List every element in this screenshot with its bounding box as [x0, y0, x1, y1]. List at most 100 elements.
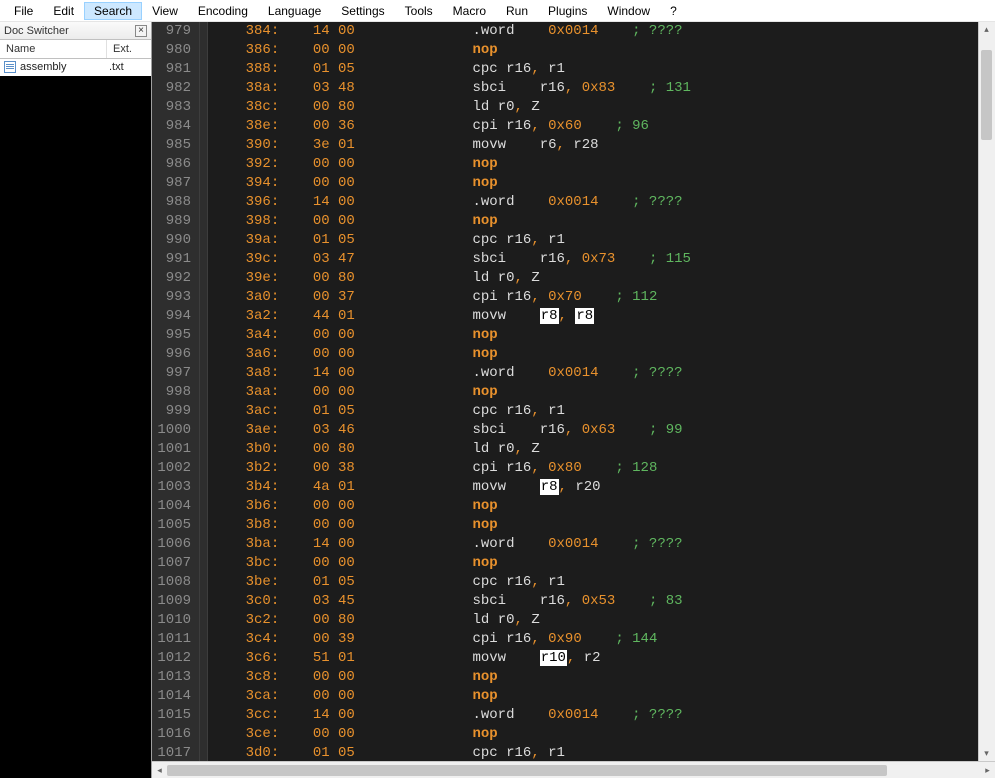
code-area[interactable]: 979 384: 14 00 .word 0x0014 ; ????980 38…	[152, 22, 978, 761]
code-line[interactable]: 979 384: 14 00 .word 0x0014 ; ????	[152, 22, 978, 41]
code-line[interactable]: 1017 3d0: 01 05 cpc r16, r1	[152, 744, 978, 761]
menu-settings[interactable]: Settings	[331, 2, 394, 20]
fold-margin	[200, 554, 208, 573]
code-line[interactable]: 1015 3cc: 14 00 .word 0x0014 ; ????	[152, 706, 978, 725]
vertical-scrollbar[interactable]: ▴ ▾	[978, 22, 995, 761]
code-line[interactable]: 1014 3ca: 00 00 nop	[152, 687, 978, 706]
code-line[interactable]: 992 39e: 00 80 ld r0, Z	[152, 269, 978, 288]
code-text: 388: 01 05 cpc r16, r1	[208, 60, 978, 79]
code-line[interactable]: 999 3ac: 01 05 cpc r16, r1	[152, 402, 978, 421]
editor: 979 384: 14 00 .word 0x0014 ; ????980 38…	[152, 22, 995, 778]
menu-language[interactable]: Language	[258, 2, 331, 20]
menu-run[interactable]: Run	[496, 2, 538, 20]
fold-margin	[200, 535, 208, 554]
code-line[interactable]: 990 39a: 01 05 cpc r16, r1	[152, 231, 978, 250]
code-line[interactable]: 1012 3c6: 51 01 movw r10, r2	[152, 649, 978, 668]
code-text: 3b6: 00 00 nop	[208, 497, 978, 516]
code-line[interactable]: 985 390: 3e 01 movw r6, r28	[152, 136, 978, 155]
line-number: 980	[152, 41, 200, 60]
vscroll-thumb[interactable]	[981, 50, 992, 140]
line-number: 986	[152, 155, 200, 174]
line-number: 990	[152, 231, 200, 250]
line-number: 987	[152, 174, 200, 193]
line-number: 999	[152, 402, 200, 421]
code-line[interactable]: 997 3a8: 14 00 .word 0x0014 ; ????	[152, 364, 978, 383]
menu-file[interactable]: File	[4, 2, 43, 20]
fold-margin	[200, 383, 208, 402]
editor-scroll: 979 384: 14 00 .word 0x0014 ; ????980 38…	[152, 22, 995, 761]
menu-encoding[interactable]: Encoding	[188, 2, 258, 20]
code-line[interactable]: 983 38c: 00 80 ld r0, Z	[152, 98, 978, 117]
code-text: 3b2: 00 38 cpi r16, 0x80 ; 128	[208, 459, 978, 478]
scroll-right-icon[interactable]: ▸	[980, 763, 995, 778]
menu-plugins[interactable]: Plugins	[538, 2, 597, 20]
doc-list-body: assembly.txt	[0, 59, 151, 778]
code-line[interactable]: 984 38e: 00 36 cpi r16, 0x60 ; 96	[152, 117, 978, 136]
fold-margin	[200, 611, 208, 630]
code-line[interactable]: 1001 3b0: 00 80 ld r0, Z	[152, 440, 978, 459]
code-line[interactable]: 1007 3bc: 00 00 nop	[152, 554, 978, 573]
code-line[interactable]: 1016 3ce: 00 00 nop	[152, 725, 978, 744]
code-text: 3c6: 51 01 movw r10, r2	[208, 649, 978, 668]
code-text: 3bc: 00 00 nop	[208, 554, 978, 573]
code-text: 3d0: 01 05 cpc r16, r1	[208, 744, 978, 761]
code-line[interactable]: 1009 3c0: 03 45 sbci r16, 0x53 ; 83	[152, 592, 978, 611]
code-text: 3b8: 00 00 nop	[208, 516, 978, 535]
code-line[interactable]: 981 388: 01 05 cpc r16, r1	[152, 60, 978, 79]
code-text: 3a4: 00 00 nop	[208, 326, 978, 345]
doc-row[interactable]: assembly.txt	[0, 59, 151, 76]
code-text: 3c4: 00 39 cpi r16, 0x90 ; 144	[208, 630, 978, 649]
line-number: 994	[152, 307, 200, 326]
code-line[interactable]: 995 3a4: 00 00 nop	[152, 326, 978, 345]
col-ext[interactable]: Ext.	[107, 40, 151, 58]
code-text: 3ae: 03 46 sbci r16, 0x63 ; 99	[208, 421, 978, 440]
code-line[interactable]: 986 392: 00 00 nop	[152, 155, 978, 174]
code-line[interactable]: 998 3aa: 00 00 nop	[152, 383, 978, 402]
code-line[interactable]: 991 39c: 03 47 sbci r16, 0x73 ; 115	[152, 250, 978, 269]
doc-switcher-title: Doc Switcher	[4, 25, 69, 37]
menu-tools[interactable]: Tools	[395, 2, 443, 20]
code-line[interactable]: 987 394: 00 00 nop	[152, 174, 978, 193]
code-line[interactable]: 994 3a2: 44 01 movw r8, r8	[152, 307, 978, 326]
scroll-left-icon[interactable]: ◂	[152, 763, 167, 778]
code-line[interactable]: 993 3a0: 00 37 cpi r16, 0x70 ; 112	[152, 288, 978, 307]
line-number: 996	[152, 345, 200, 364]
code-line[interactable]: 1013 3c8: 00 00 nop	[152, 668, 978, 687]
menu-help[interactable]: ?	[660, 2, 687, 20]
code-line[interactable]: 989 398: 00 00 nop	[152, 212, 978, 231]
code-line[interactable]: 1005 3b8: 00 00 nop	[152, 516, 978, 535]
menu-search[interactable]: Search	[84, 2, 142, 20]
fold-margin	[200, 79, 208, 98]
code-line[interactable]: 1002 3b2: 00 38 cpi r16, 0x80 ; 128	[152, 459, 978, 478]
code-line[interactable]: 980 386: 00 00 nop	[152, 41, 978, 60]
hscroll-track[interactable]	[167, 763, 980, 778]
code-line[interactable]: 1000 3ae: 03 46 sbci r16, 0x63 ; 99	[152, 421, 978, 440]
horizontal-scrollbar[interactable]: ◂ ▸	[152, 761, 995, 778]
code-text: 3a6: 00 00 nop	[208, 345, 978, 364]
col-name[interactable]: Name	[0, 40, 107, 58]
menu-view[interactable]: View	[142, 2, 188, 20]
code-line[interactable]: 1010 3c2: 00 80 ld r0, Z	[152, 611, 978, 630]
close-icon[interactable]: ×	[135, 25, 147, 37]
menu-macro[interactable]: Macro	[443, 2, 496, 20]
code-line[interactable]: 982 38a: 03 48 sbci r16, 0x83 ; 131	[152, 79, 978, 98]
code-line[interactable]: 1003 3b4: 4a 01 movw r8, r20	[152, 478, 978, 497]
code-line[interactable]: 1011 3c4: 00 39 cpi r16, 0x90 ; 144	[152, 630, 978, 649]
menu-window[interactable]: Window	[597, 2, 660, 20]
doc-list-header: Name Ext.	[0, 40, 151, 59]
hscroll-thumb[interactable]	[167, 765, 887, 776]
code-line[interactable]: 996 3a6: 00 00 nop	[152, 345, 978, 364]
code-line[interactable]: 1004 3b6: 00 00 nop	[152, 497, 978, 516]
scroll-up-icon[interactable]: ▴	[979, 22, 994, 37]
code-text: 398: 00 00 nop	[208, 212, 978, 231]
code-line[interactable]: 1006 3ba: 14 00 .word 0x0014 ; ????	[152, 535, 978, 554]
menu-edit[interactable]: Edit	[43, 2, 84, 20]
menubar: FileEditSearchViewEncodingLanguageSettin…	[0, 0, 995, 22]
fold-margin	[200, 630, 208, 649]
code-line[interactable]: 988 396: 14 00 .word 0x0014 ; ????	[152, 193, 978, 212]
line-number: 1007	[152, 554, 200, 573]
code-line[interactable]: 1008 3be: 01 05 cpc r16, r1	[152, 573, 978, 592]
scroll-down-icon[interactable]: ▾	[979, 746, 994, 761]
line-number: 1014	[152, 687, 200, 706]
line-number: 1011	[152, 630, 200, 649]
